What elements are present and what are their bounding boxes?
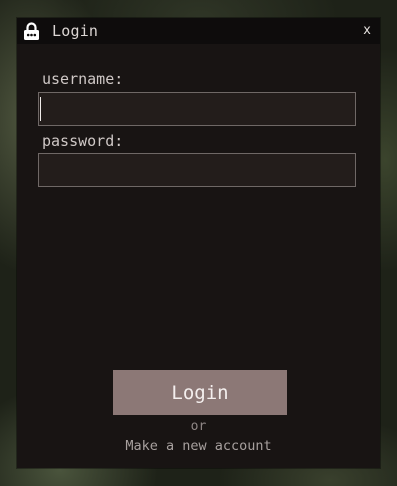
login-button[interactable]: Login [113, 370, 287, 415]
password-label: password: [42, 132, 124, 150]
username-field[interactable] [38, 92, 356, 126]
window-title: Login [52, 22, 99, 40]
login-window: Login x username: password: Login or Mak… [17, 18, 380, 468]
password-field[interactable] [38, 153, 356, 187]
window-titlebar[interactable]: Login x [17, 18, 380, 44]
or-separator: or [190, 419, 207, 434]
text-caret [40, 97, 41, 121]
username-label: username: [42, 70, 124, 88]
lock-icon [24, 22, 39, 40]
close-button[interactable]: x [361, 22, 373, 40]
new-account-link[interactable]: Make a new account [17, 437, 380, 455]
